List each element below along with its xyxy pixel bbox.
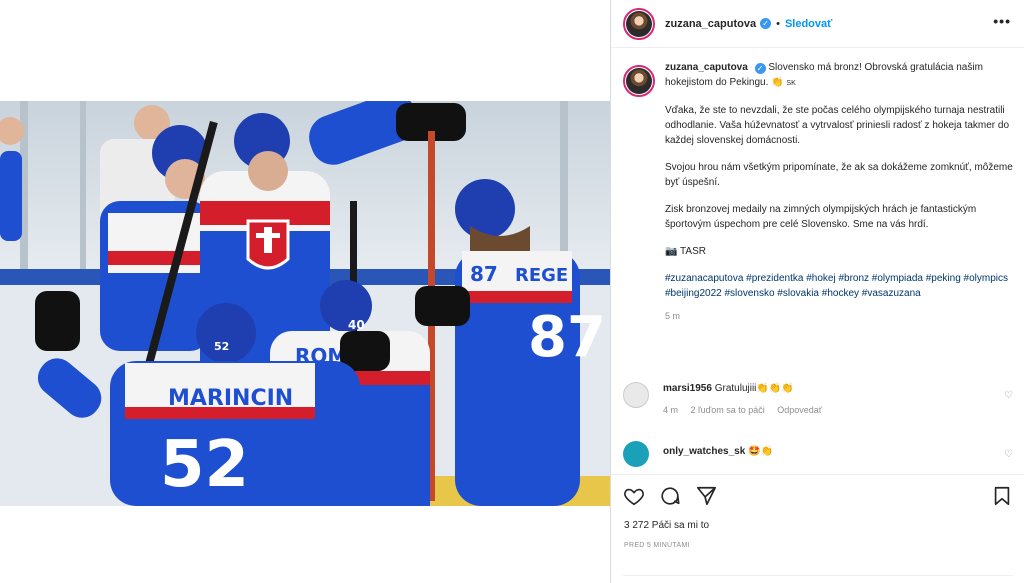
comment-avatar[interactable] xyxy=(623,382,649,408)
likes-count[interactable]: 3 272 Páči sa mi to xyxy=(624,520,709,531)
add-comment-area[interactable] xyxy=(623,575,1013,583)
posted-time: PRED 5 MINÚTAMI xyxy=(624,542,690,549)
author-avatar[interactable] xyxy=(623,7,655,40)
hashtags[interactable]: #zuzanacaputova #prezidentka #hokej #bro… xyxy=(665,271,1013,301)
share-icon[interactable] xyxy=(695,485,717,507)
comment-icon[interactable] xyxy=(659,485,681,507)
jersey-number-40: 40 xyxy=(348,318,365,332)
media-area: REGE 87 87 ROMA 40 52 MARINCIN 52 xyxy=(0,0,610,583)
post-photo[interactable]: REGE 87 87 ROMA 40 52 MARINCIN 52 xyxy=(0,101,610,506)
photo-source: 📷 TASR xyxy=(665,246,706,257)
caption-flag: SK xyxy=(786,80,796,87)
caption-username[interactable]: zuzana_caputova xyxy=(665,62,748,73)
comment-like-heart-icon[interactable]: ♡ xyxy=(1004,390,1013,401)
comment-avatar[interactable] xyxy=(623,441,649,467)
comment-text: Gratulujiii👏👏👏 xyxy=(714,383,794,394)
caption-paragraph-3: Zisk bronzovej medaily na zimných olympi… xyxy=(665,204,977,230)
comment-time: 4 m xyxy=(663,405,679,415)
jersey-name-marincin: MARINCIN xyxy=(168,386,293,411)
caption-time: 5 m xyxy=(665,311,681,321)
follow-button[interactable]: Sledovať xyxy=(785,18,832,30)
jersey-number-87-big: 87 xyxy=(528,305,606,370)
helmet-number-52: 52 xyxy=(214,340,229,353)
bookmark-icon[interactable] xyxy=(991,485,1013,507)
author-username[interactable]: zuzana_caputova xyxy=(665,18,756,30)
caption-paragraph-1: Vďaka, že ste to nevzdali, že ste počas … xyxy=(665,105,1010,146)
post-side-panel: zuzana_caputova ✓ • Sledovať ••• zuzana_… xyxy=(610,0,1024,583)
caption-avatar[interactable] xyxy=(623,65,655,97)
heart-icon[interactable] xyxy=(623,485,645,507)
jersey-number-52-big: 52 xyxy=(160,428,249,502)
comment-likes[interactable]: 2 ľuďom sa to páči xyxy=(691,405,765,415)
verified-badge-icon: ✓ xyxy=(760,18,772,29)
jersey-number-87-small: 87 xyxy=(470,262,498,286)
comment-like-heart-icon[interactable]: ♡ xyxy=(1004,449,1013,460)
comment-item: only_watches_sk 🤩👏 ♡ xyxy=(623,441,1023,467)
separator-dot: • xyxy=(776,17,780,30)
comment-username[interactable]: only_watches_sk xyxy=(663,446,745,457)
caption: zuzana_caputova ✓ Slovensko má bronz! Ob… xyxy=(611,60,1024,324)
comment-username[interactable]: marsi1956 xyxy=(663,383,712,394)
post-header: zuzana_caputova ✓ • Sledovať ••• xyxy=(611,0,1024,48)
action-bar: 3 272 Páči sa mi to PRED 5 MINÚTAMI xyxy=(611,474,1024,583)
caption-verified-icon: ✓ xyxy=(754,63,766,74)
hockey-celebration-image: REGE 87 87 ROMA 40 52 MARINCIN 52 xyxy=(0,101,610,506)
jersey-name-rege: REGE xyxy=(515,265,568,286)
reply-button[interactable]: Odpovedať xyxy=(777,405,822,415)
caption-paragraph-2: Svojou hrou nám všetkým pripomínate, že … xyxy=(665,162,1013,188)
comment-text: 🤩👏 xyxy=(748,446,773,457)
more-options-icon[interactable]: ••• xyxy=(993,14,1011,28)
comment-item: marsi1956 Gratulujiii👏👏👏 4 m 2 ľuďom sa … xyxy=(623,382,1023,417)
